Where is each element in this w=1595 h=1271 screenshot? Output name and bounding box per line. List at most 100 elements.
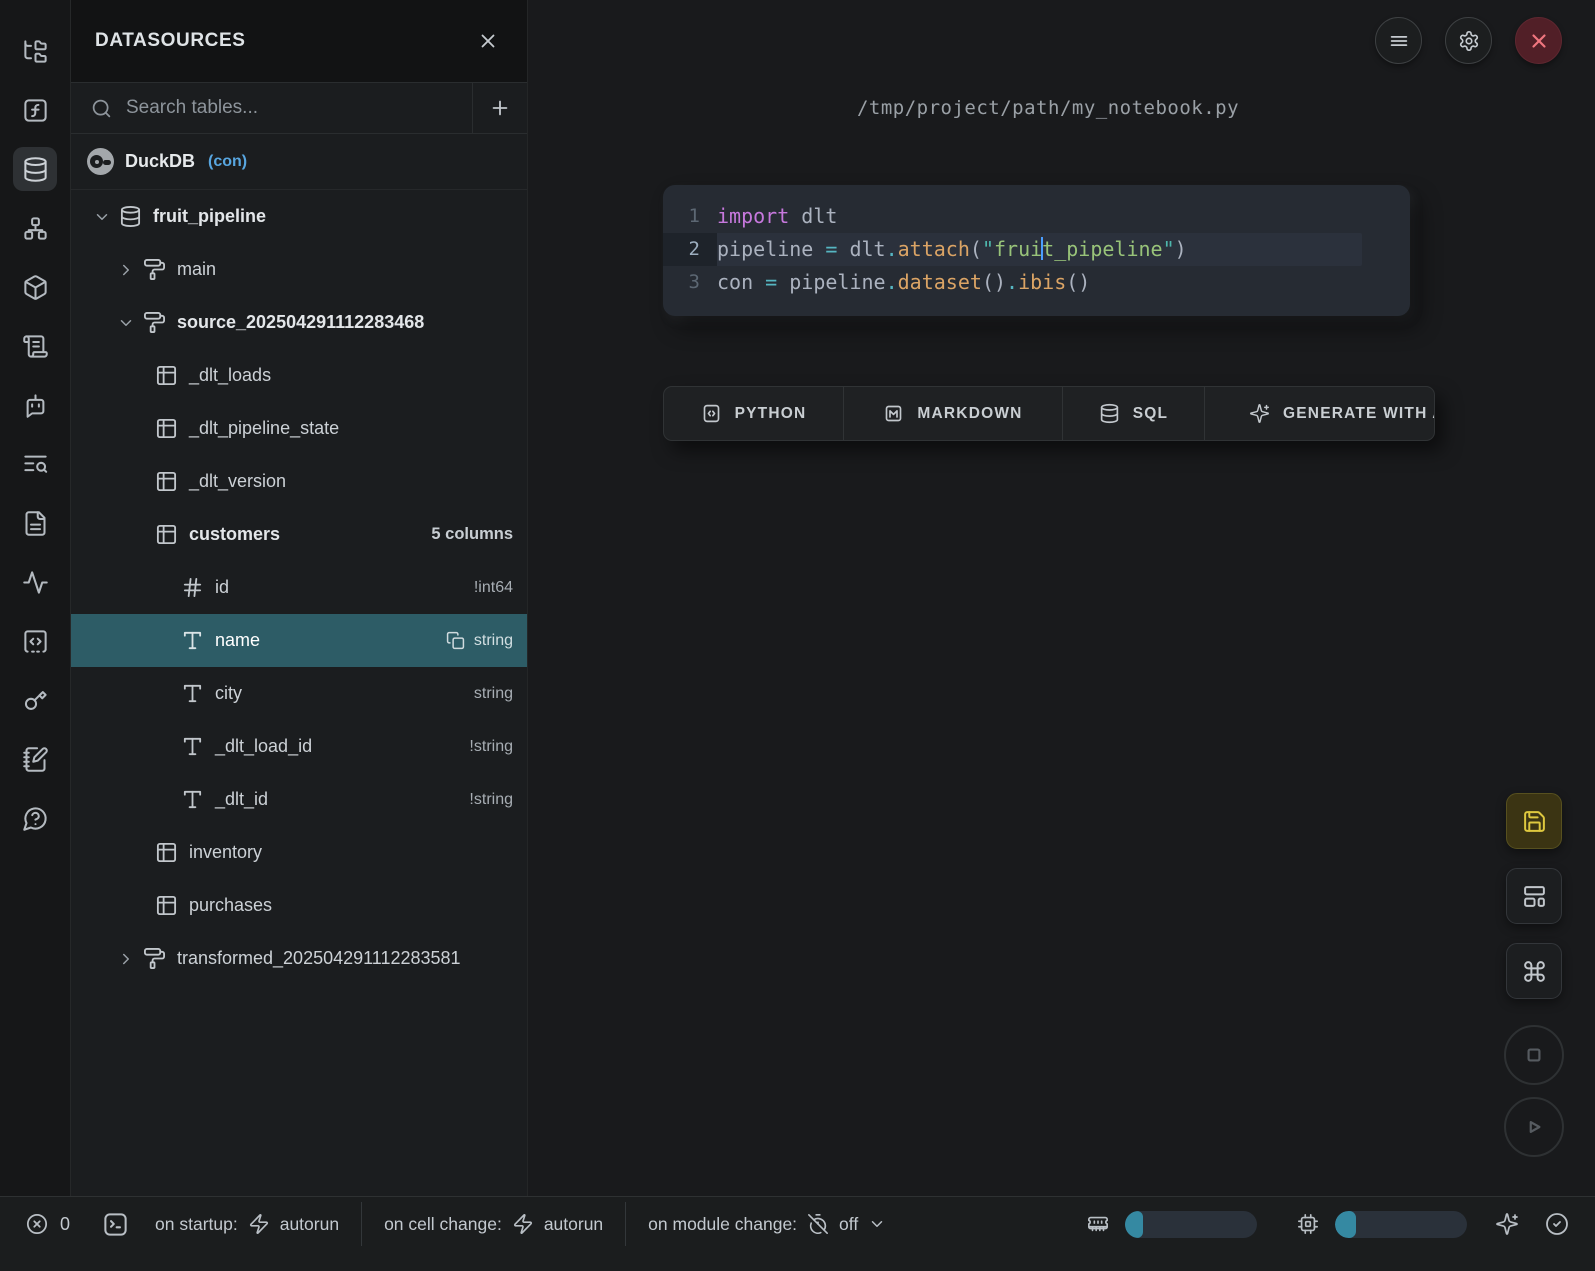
notebook-pen-icon	[22, 746, 49, 773]
menu-icon	[1388, 30, 1410, 52]
connection-alias: (con)	[208, 153, 247, 171]
on-cell-change-toggle[interactable]: on cell change: autorun	[384, 1213, 603, 1235]
bot-icon	[22, 392, 49, 419]
markdown-icon	[883, 403, 904, 424]
tree-row-schema-source[interactable]: source_202504291112283468	[71, 296, 527, 349]
line-number: 3	[663, 266, 717, 299]
tree-row-column-id[interactable]: id !int64	[71, 561, 527, 614]
rail-ai-chat-button[interactable]	[13, 383, 57, 427]
tree-label: id	[215, 577, 229, 598]
resource-meters	[1087, 1211, 1467, 1238]
code-line-2-active: 2 pipeline = dlt.attach("fruit_pipeline"…	[663, 233, 1362, 266]
tree-row-table-customers[interactable]: customers 5 columns	[71, 508, 527, 561]
rail-scratchpad-button[interactable]	[13, 737, 57, 781]
rail-variables-button[interactable]	[13, 88, 57, 132]
button-label: MARKDOWN	[917, 405, 1022, 423]
tree-row-table-inventory[interactable]: inventory	[71, 826, 527, 879]
ai-assist-button[interactable]	[1495, 1212, 1519, 1236]
run-all-cells-button[interactable]	[1504, 1097, 1564, 1157]
file-tree-icon	[22, 38, 49, 65]
tree-label: purchases	[189, 895, 272, 916]
add-sql-cell-button[interactable]: SQL	[1063, 387, 1205, 440]
connection-status-button[interactable]	[1545, 1212, 1569, 1236]
tree-row-column-dlt-id[interactable]: _dlt_id !string	[71, 773, 527, 826]
rail-packages-button[interactable]	[13, 265, 57, 309]
tree-row-database-fruit_pipeline[interactable]: fruit_pipeline	[71, 190, 527, 243]
tree-row-column-name-selected[interactable]: name string	[71, 614, 527, 667]
table-icon	[155, 841, 178, 864]
rail-tracing-button[interactable]	[13, 560, 57, 604]
on-module-change-toggle[interactable]: on module change: off	[648, 1213, 886, 1235]
message-circle-question-icon	[22, 805, 49, 832]
add-cell-button-group: PYTHON MARKDOWN SQL GENERATE WITH AI	[663, 386, 1435, 441]
table-icon	[155, 470, 178, 493]
tree-label: fruit_pipeline	[153, 206, 266, 227]
save-notebook-button[interactable]	[1506, 793, 1562, 849]
tree-row-schema-transformed[interactable]: transformed_202504291112283581	[71, 932, 527, 985]
on-startup-toggle[interactable]: on startup: autorun	[155, 1213, 339, 1235]
window-controls	[1375, 17, 1562, 64]
layout-template-icon	[1522, 884, 1547, 909]
command-palette-button[interactable]	[1506, 943, 1562, 999]
tree-row-table-purchases[interactable]: purchases	[71, 879, 527, 932]
code-square-icon	[701, 403, 722, 424]
duckdb-logo-icon	[87, 148, 114, 175]
on-module-change-label: on module change:	[648, 1214, 797, 1235]
stop-square-icon	[1521, 1042, 1547, 1068]
zap-icon	[512, 1213, 534, 1235]
column-type: !string	[469, 791, 513, 809]
menu-button[interactable]	[1375, 17, 1422, 64]
line-number: 2	[663, 233, 717, 266]
rail-file-explorer-button[interactable]	[13, 29, 57, 73]
settings-button[interactable]	[1445, 17, 1492, 64]
error-count: 0	[60, 1214, 70, 1235]
tree-label: _dlt_loads	[189, 365, 271, 386]
tree-label: main	[177, 259, 216, 280]
separator	[361, 1202, 362, 1246]
status-right-icons	[1495, 1212, 1569, 1236]
stop-all-cells-button[interactable]	[1504, 1025, 1564, 1085]
tree-label: _dlt_load_id	[215, 736, 312, 757]
rail-documentation-button[interactable]	[13, 501, 57, 545]
rail-datasources-button[interactable]	[13, 147, 57, 191]
tree-row-table-dlt-pipeline-state[interactable]: _dlt_pipeline_state	[71, 402, 527, 455]
tree-label: name	[215, 630, 260, 651]
rail-snippets-button[interactable]	[13, 619, 57, 663]
shutdown-button[interactable]	[1515, 17, 1562, 64]
tree-row-column-city[interactable]: city string	[71, 667, 527, 720]
add-python-cell-button[interactable]: PYTHON	[664, 387, 844, 440]
add-datasource-button[interactable]	[472, 83, 527, 133]
add-markdown-cell-button[interactable]: MARKDOWN	[844, 387, 1063, 440]
terminal-button[interactable]	[102, 1211, 129, 1238]
code-cell-editor[interactable]: 1 import dlt 2 pipeline = dlt.attach("fr…	[663, 185, 1410, 316]
search-row	[71, 83, 527, 134]
tree-label: city	[215, 683, 242, 704]
panel-close-button[interactable]	[473, 26, 503, 56]
tree-row-table-dlt-loads[interactable]: _dlt_loads	[71, 349, 527, 402]
copy-icon[interactable]	[446, 631, 465, 650]
activity-icon	[22, 569, 49, 596]
rail-help-button[interactable]	[13, 796, 57, 840]
column-type: string	[474, 685, 513, 703]
tree-label: _dlt_id	[215, 789, 268, 810]
rail-secrets-button[interactable]	[13, 678, 57, 722]
schema-icon	[143, 311, 166, 334]
chevron-down-icon	[868, 1215, 886, 1233]
gear-icon	[1458, 30, 1480, 52]
on-cell-change-label: on cell change:	[384, 1214, 502, 1235]
tree-row-schema-main[interactable]: main	[71, 243, 527, 296]
layout-toggle-button[interactable]	[1506, 868, 1562, 924]
error-indicator[interactable]: 0	[26, 1213, 70, 1235]
generate-with-ai-button[interactable]: GENERATE WITH AI	[1205, 387, 1434, 440]
button-label: PYTHON	[735, 405, 807, 423]
search-tables-input[interactable]	[126, 97, 460, 119]
datasources-panel: DATASOURCES DuckDB (con) fruit_pipel	[71, 0, 528, 1196]
file-text-icon	[22, 510, 49, 537]
rail-outline-search-button[interactable]	[13, 442, 57, 486]
rail-logs-button[interactable]	[13, 324, 57, 368]
tree-row-table-dlt-version[interactable]: _dlt_version	[71, 455, 527, 508]
tree-row-column-dlt-load-id[interactable]: _dlt_load_id !string	[71, 720, 527, 773]
connection-row-duckdb[interactable]: DuckDB (con)	[71, 134, 527, 190]
notebook-file-path: /tmp/project/path/my_notebook.py	[857, 97, 1239, 119]
rail-dependencies-button[interactable]	[13, 206, 57, 250]
